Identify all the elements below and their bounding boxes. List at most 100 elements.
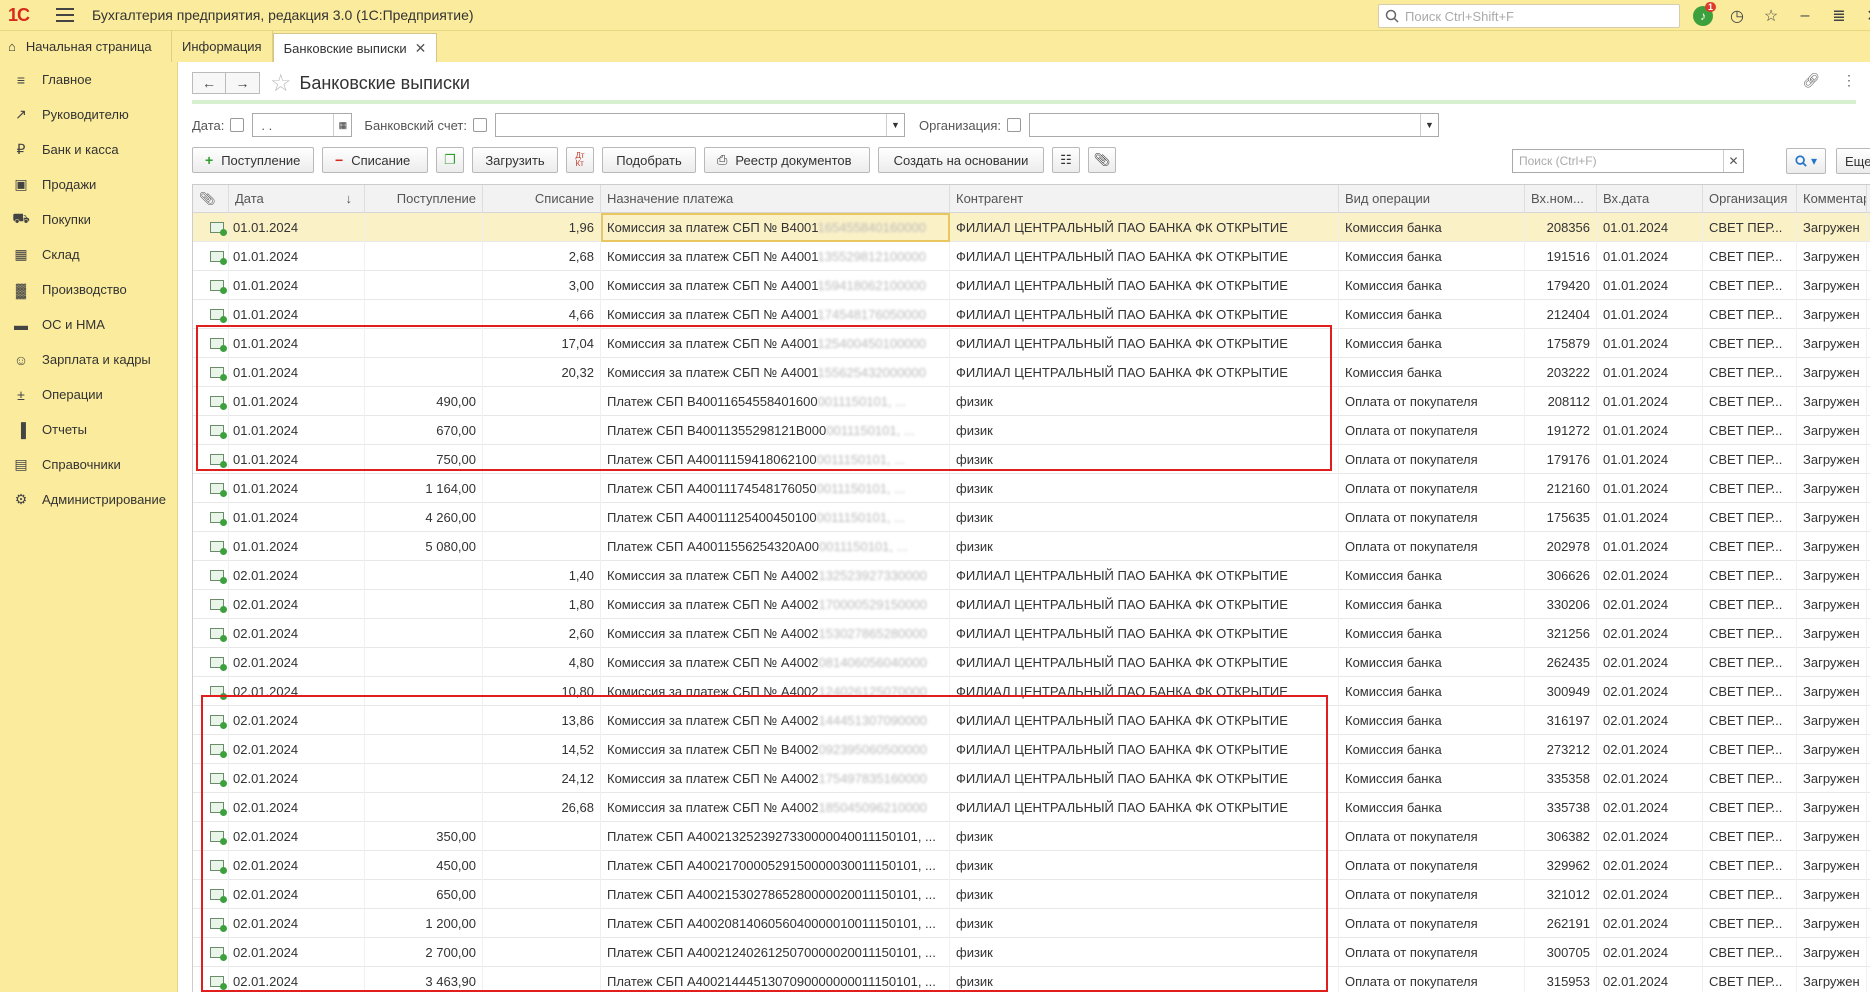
favorite-star-icon[interactable]: ☆ (270, 69, 292, 98)
table-row[interactable]: 02.01.2024 2,60 Комиссия за платеж СБП № A… (193, 619, 1870, 648)
attachment-icon[interactable]: 📎︎ (1088, 147, 1116, 173)
date-filter-field[interactable]: . . ▦ (252, 113, 353, 137)
more-button[interactable]: Еще (1836, 148, 1870, 174)
registry-button[interactable]: ⎙ Реестр документов (704, 147, 870, 173)
table-row[interactable]: 01.01.2024 3,00 Комиссия за платеж СБП № A… (193, 271, 1870, 300)
sidebar-item-5[interactable]: ▦ Склад (0, 237, 177, 272)
column-attachment[interactable]: 📎︎ (193, 185, 229, 213)
column-date[interactable]: Дата ↓ (229, 185, 365, 213)
table-row[interactable]: 02.01.2024 450,00 Платеж СБП A400217000052… (193, 851, 1870, 880)
column-organization[interactable]: Организация (1703, 185, 1797, 213)
column-in-number[interactable]: Вх.ном... (1525, 185, 1597, 213)
chevron-down-icon[interactable]: ▼ (885, 114, 904, 136)
cell-operation: Оплата от покупателя (1339, 416, 1525, 445)
find-button[interactable]: ▾ (1786, 148, 1826, 174)
date-filter-checkbox[interactable] (230, 118, 245, 132)
sidebar-item-3[interactable]: ▣ Продажи (0, 167, 177, 202)
cell-organization-text: СВЕТ ПЕР... (1709, 394, 1783, 409)
favorites-icon[interactable]: ☆ (1754, 2, 1788, 30)
table-row[interactable]: 01.01.2024 5 080,00 Платеж СБП A4001155625… (193, 532, 1870, 561)
table-row[interactable]: 02.01.2024 350,00 Платеж СБП A400213252392… (193, 822, 1870, 851)
create-based-button[interactable]: Создать на основании (878, 147, 1044, 173)
minimize-icon[interactable]: – (1788, 2, 1822, 30)
table-row[interactable]: 01.01.2024 20,32 Комиссия за платеж СБП № … (193, 358, 1870, 387)
global-search-input[interactable]: Поиск Ctrl+Shift+F (1378, 4, 1680, 28)
table-row[interactable]: 01.01.2024 1,96 Комиссия за платеж СБП № B… (193, 213, 1870, 242)
list-search-input[interactable]: Поиск (Ctrl+F) ✕ (1512, 149, 1744, 173)
column-expense[interactable]: Списание (483, 185, 601, 213)
notifications-button[interactable]: ♪ 1 (1686, 2, 1720, 30)
table-row[interactable]: 01.01.2024 490,00 Платеж СБП B400116545584… (193, 387, 1870, 416)
more-actions-icon[interactable]: ⋮ (1842, 72, 1856, 89)
cell-operation-text: Оплата от покупателя (1345, 945, 1478, 960)
org-filter-checkbox[interactable] (1007, 118, 1022, 132)
cell-date-text: 01.01.2024 (233, 394, 299, 409)
sidebar-item-0[interactable]: ≡ Главное (0, 62, 177, 97)
sidebar-item-9[interactable]: ± Операции (0, 377, 177, 412)
column-counterparty[interactable]: Контрагент (950, 185, 1339, 213)
main-menu-icon[interactable] (56, 8, 74, 22)
sidebar-item-12[interactable]: ⚙ Администрирование (0, 482, 177, 517)
table-row[interactable]: 02.01.2024 14,52 Комиссия за платеж СБП № … (193, 735, 1870, 764)
table-row[interactable]: 01.01.2024 4,66 Комиссия за платеж СБП № A… (193, 300, 1870, 329)
tab-home[interactable]: ⌂ Начальная страница (0, 31, 172, 62)
forward-button[interactable]: → (226, 72, 260, 94)
table-row[interactable]: 02.01.2024 3 463,90 Платеж СБП A4002144451… (193, 967, 1870, 992)
cell-counterparty: физик (950, 880, 1339, 909)
cell-operation-text: Комиссия банка (1345, 307, 1442, 322)
table-row[interactable]: 02.01.2024 4,80 Комиссия за платеж СБП № A… (193, 648, 1870, 677)
sidebar-item-1[interactable]: ↗ Руководителю (0, 97, 177, 132)
table-row[interactable]: 02.01.2024 13,86 Комиссия за платеж СБП № … (193, 706, 1870, 735)
table-row[interactable]: 02.01.2024 26,68 Комиссия за платеж СБП № … (193, 793, 1870, 822)
cell-purpose: Платеж СБП A40011556254320A000011150101,… (601, 532, 950, 561)
history-icon[interactable]: ◷ (1720, 2, 1754, 30)
match-button[interactable]: Подобрать (602, 147, 696, 173)
income-button[interactable]: + Поступление (192, 147, 314, 173)
list-structure-icon[interactable]: ☷ (1052, 147, 1080, 173)
table-row[interactable]: 02.01.2024 1,80 Комиссия за платеж СБП № A… (193, 590, 1870, 619)
expense-button[interactable]: − Списание (322, 147, 428, 173)
close-tab-icon[interactable]: ✕ (415, 40, 427, 57)
table-row[interactable]: 01.01.2024 2,68 Комиссия за платеж СБП № A… (193, 242, 1870, 271)
dt-kt-icon[interactable]: Дт Кт (566, 147, 594, 173)
copy-document-icon[interactable]: ❐ (436, 147, 464, 173)
table-row[interactable]: 02.01.2024 24,12 Комиссия за платеж СБП № … (193, 764, 1870, 793)
link-icon[interactable]: 🔗︎ (1802, 72, 1820, 89)
calendar-icon[interactable]: ▦ (333, 114, 351, 136)
sidebar-item-11[interactable]: ▤ Справочники (0, 447, 177, 482)
clear-search-icon[interactable]: ✕ (1723, 150, 1743, 172)
table-row[interactable]: 02.01.2024 10,80 Комиссия за платеж СБП № … (193, 677, 1870, 706)
cell-in-number-text: 175879 (1546, 336, 1590, 351)
load-button[interactable]: Загрузить (472, 147, 558, 173)
table-row[interactable]: 02.01.2024 1,40 Комиссия за платеж СБП № A… (193, 561, 1870, 590)
table-row[interactable]: 01.01.2024 1 164,00 Платеж СБП A4001117454… (193, 474, 1870, 503)
sidebar-item-10[interactable]: ▐ Отчеты (0, 412, 177, 447)
account-filter-field[interactable]: ▼ (494, 113, 905, 137)
tab-info[interactable]: Информация (172, 31, 273, 62)
back-button[interactable]: ← (192, 72, 226, 94)
cell-comment-text: Загружен (1803, 655, 1860, 670)
column-income[interactable]: Поступление (365, 185, 483, 213)
table-row[interactable]: 02.01.2024 650,00 Платеж СБП A400215302786… (193, 880, 1870, 909)
column-comment[interactable]: Комментарий (1797, 185, 1867, 213)
org-filter-field[interactable]: ▼ (1029, 113, 1440, 137)
sidebar-item-7[interactable]: ▬ ОС и НМА (0, 307, 177, 342)
table-row[interactable]: 01.01.2024 4 260,00 Платеж СБП A4001112540… (193, 503, 1870, 532)
table-row[interactable]: 01.01.2024 670,00 Платеж СБП B400113552981… (193, 416, 1870, 445)
table-row[interactable]: 02.01.2024 1 200,00 Платеж СБП A4002081406… (193, 909, 1870, 938)
settings-menu-icon[interactable]: ≣ (1822, 2, 1856, 30)
sidebar-item-2[interactable]: ₽ Банк и касса (0, 132, 177, 167)
account-filter-checkbox[interactable] (472, 118, 487, 132)
sidebar-item-8[interactable]: ☺ Зарплата и кадры (0, 342, 177, 377)
table-row[interactable]: 01.01.2024 750,00 Платеж СБП A400111594180… (193, 445, 1870, 474)
sidebar-item-6[interactable]: ▓ Производство (0, 272, 177, 307)
close-icon[interactable]: ✕ (1856, 2, 1870, 30)
chevron-down-icon[interactable]: ▼ (1420, 114, 1438, 136)
column-purpose[interactable]: Назначение платежа (601, 185, 950, 213)
table-row[interactable]: 02.01.2024 2 700,00 Платеж СБП A4002124026… (193, 938, 1870, 967)
column-operation[interactable]: Вид операции (1339, 185, 1525, 213)
sidebar-item-4[interactable]: ⛟ Покупки (0, 202, 177, 237)
table-row[interactable]: 01.01.2024 17,04 Комиссия за платеж СБП № … (193, 329, 1870, 358)
tab-bank-statements[interactable]: Банковские выписки ✕ (272, 33, 438, 62)
column-in-date[interactable]: Вх.дата (1597, 185, 1703, 213)
